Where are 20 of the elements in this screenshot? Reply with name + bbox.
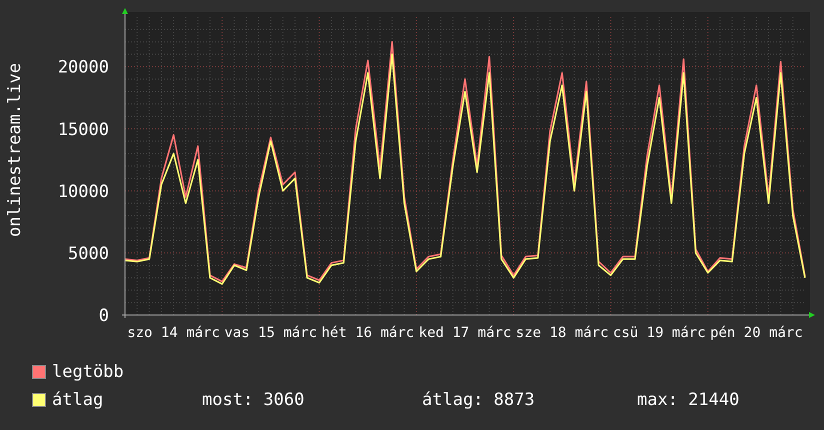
y-tick-label: 5000 [68, 244, 109, 264]
y-tick-label: 0 [98, 306, 109, 326]
y-tick-label: 10000 [58, 182, 109, 202]
stat-value: max: 21440 [637, 390, 740, 410]
legend-swatch [32, 393, 46, 407]
x-tick-label: ked 17 márc [418, 325, 512, 341]
x-tick-label: szo 14 márc [127, 325, 220, 341]
x-tick-label: csü 19 márc [612, 325, 706, 341]
x-tick-label: pén 20 márc [710, 325, 803, 341]
x-tick-label: vas 15 márc [224, 325, 318, 341]
x-tick-label: sze 18 márc [516, 325, 608, 341]
y-tick-label: 20000 [58, 58, 109, 78]
legend-label: legtöbb [52, 362, 125, 382]
stat-value: most: 3060 [202, 390, 306, 410]
y-axis-title: onlinestream.live [5, 63, 25, 237]
legend-label: átlag [52, 390, 104, 410]
stat-value: átlag: 8873 [422, 390, 536, 410]
x-tick-label: hét 16 márc [322, 325, 414, 341]
legend-swatch [32, 365, 46, 379]
y-tick-label: 15000 [58, 120, 109, 140]
